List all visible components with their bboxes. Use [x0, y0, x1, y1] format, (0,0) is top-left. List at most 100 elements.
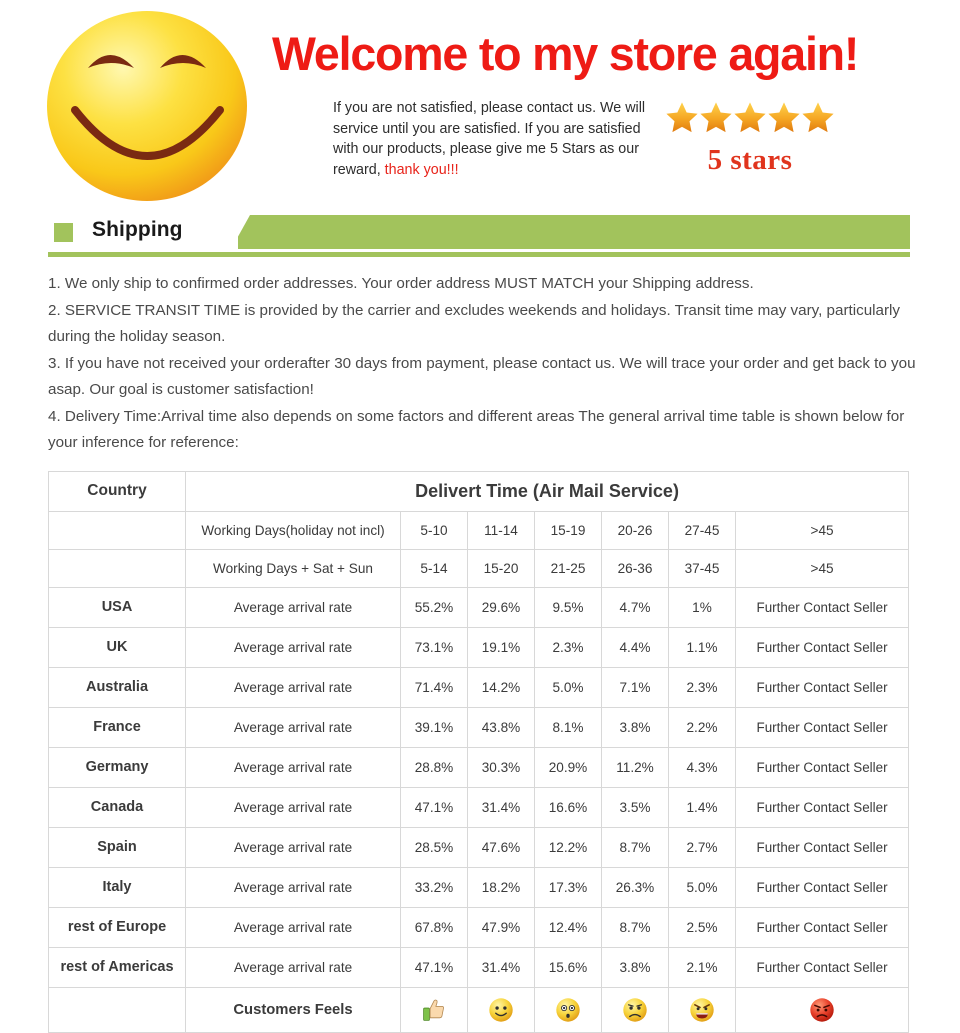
day-range-cell: 5-10 — [400, 510, 468, 550]
arrival-rate-cell: 17.3% — [534, 866, 602, 908]
smiling-face-icon — [489, 997, 513, 1022]
green-square-icon — [54, 223, 73, 242]
thank-you-text: thank you!!! — [384, 161, 459, 178]
star-icon — [768, 102, 800, 133]
country-name-cell: rest of Europe — [48, 906, 186, 948]
header-delivery-time: Delivert Time (Air Mail Service) — [184, 470, 910, 512]
arrival-rate-label: Average arrival rate — [185, 666, 401, 708]
contact-seller-cell: Further Contact Seller — [734, 906, 910, 948]
arrival-rate-cell: 1.4% — [668, 786, 736, 828]
arrival-rate-cell: 4.7% — [601, 586, 669, 628]
arrival-rate-cell: 31.4% — [467, 946, 535, 988]
empty-cell — [48, 548, 186, 588]
arrival-rate-cell: 33.2% — [400, 866, 468, 908]
arrival-rate-cell: 5.0% — [668, 866, 736, 908]
table-row: Canada Average arrival rate 47.1% 31.4% 16.6… — [48, 786, 910, 828]
working-days-label: Working Days(holiday not incl) — [185, 510, 401, 550]
star-rating: 5 stars — [655, 100, 845, 177]
contact-seller-cell: Further Contact Seller — [734, 586, 910, 628]
arrival-rate-cell: 1% — [668, 586, 736, 628]
green-underline — [48, 252, 910, 257]
arrival-rate-cell: 2.3% — [668, 666, 736, 708]
shipping-policy-list: 1. We only ship to confirmed order addre… — [48, 271, 928, 457]
table-row: France Average arrival rate 39.1% 43.8% 8.1%… — [48, 706, 910, 748]
country-name-cell: Spain — [48, 826, 186, 868]
feel-icon-cell — [734, 986, 910, 1033]
policy-item: 4. Delivery Time:Arrival time also depen… — [48, 407, 905, 452]
arrival-rate-cell: 2.3% — [534, 626, 602, 668]
empty-cell — [48, 986, 186, 1033]
arrival-rate-cell: 3.8% — [601, 706, 669, 748]
arrival-rate-cell: 71.4% — [400, 666, 468, 708]
arrival-rate-label: Average arrival rate — [185, 946, 401, 988]
day-range-cell: 15-20 — [467, 548, 535, 588]
arrival-rate-cell: 14.2% — [467, 666, 535, 708]
contact-seller-cell: Further Contact Seller — [734, 786, 910, 828]
day-range-cell: 15-19 — [534, 510, 602, 550]
surprised-face-icon — [556, 997, 580, 1022]
arrival-rate-cell: 47.6% — [467, 826, 535, 868]
feel-icon-cell — [467, 986, 535, 1033]
smiley-face-icon — [30, 6, 265, 206]
day-range-cell: 26-36 — [601, 548, 669, 588]
day-range-cell: 37-45 — [668, 548, 736, 588]
section-title: Shipping — [92, 218, 183, 241]
arrival-rate-cell: 67.8% — [400, 906, 468, 948]
store-banner: Welcome to my store again! If you are no… — [0, 0, 960, 215]
arrival-rate-cell: 2.7% — [668, 826, 736, 868]
arrival-rate-label: Average arrival rate — [185, 626, 401, 668]
table-row: rest of Americas Average arrival rate 47.1… — [48, 946, 910, 988]
arrival-rate-label: Average arrival rate — [185, 706, 401, 748]
table-header-row: Country Delivert Time (Air Mail Service) — [48, 470, 910, 512]
stars-row — [655, 100, 845, 136]
day-range-cell: 5-14 — [400, 548, 468, 588]
star-icon — [802, 102, 834, 133]
arrival-rate-cell: 2.1% — [668, 946, 736, 988]
arrival-rate-cell: 8.7% — [601, 906, 669, 948]
country-name-cell: UK — [48, 626, 186, 668]
day-range-cell: 21-25 — [534, 548, 602, 588]
table-row: rest of Europe Average arrival rate 67.8% 4… — [48, 906, 910, 948]
arrival-rate-cell: 28.5% — [400, 826, 468, 868]
arrival-rate-cell: 8.7% — [601, 826, 669, 868]
table-row: Working Days(holiday not incl) 5-10 11-14 1… — [48, 510, 910, 550]
arrival-rate-cell: 73.1% — [400, 626, 468, 668]
arrival-rate-label: Average arrival rate — [185, 786, 401, 828]
country-name-cell: France — [48, 706, 186, 748]
arrival-rate-cell: 4.3% — [668, 746, 736, 788]
delivery-time-table-wrap: Country Delivert Time (Air Mail Service) W… — [48, 470, 910, 1033]
arrival-rate-cell: 55.2% — [400, 586, 468, 628]
arrival-rate-cell: 3.5% — [601, 786, 669, 828]
policy-item: 3. If you have not received your orderaf… — [48, 354, 916, 399]
day-range-cell: 27-45 — [668, 510, 736, 550]
contact-seller-cell: Further Contact Seller — [734, 706, 910, 748]
table-row: Spain Average arrival rate 28.5% 47.6% 12.2%… — [48, 826, 910, 868]
blurb-line-1: If you are not satisfied, please contact… — [333, 100, 622, 116]
customers-feels-row: Customers Feels — [48, 986, 910, 1033]
working-days-label: Working Days + Sat + Sun — [185, 548, 401, 588]
country-name-cell: rest of Americas — [48, 946, 186, 988]
arrival-rate-cell: 39.1% — [400, 706, 468, 748]
contact-seller-cell: Further Contact Seller — [734, 826, 910, 868]
red-angry-face-icon — [810, 997, 834, 1022]
arrival-rate-cell: 43.8% — [467, 706, 535, 748]
contact-seller-cell: Further Contact Seller — [734, 866, 910, 908]
country-name-cell: Italy — [48, 866, 186, 908]
contact-seller-cell: Further Contact Seller — [734, 746, 910, 788]
star-icon — [734, 102, 766, 133]
arrival-rate-cell: 2.2% — [668, 706, 736, 748]
star-icon — [700, 102, 732, 133]
arrival-rate-cell: 47.9% — [467, 906, 535, 948]
satisfaction-blurb: If you are not satisfied, please contact… — [333, 98, 651, 180]
contact-seller-cell: Further Contact Seller — [734, 666, 910, 708]
arrival-rate-cell: 19.1% — [467, 626, 535, 668]
country-name-cell: Germany — [48, 746, 186, 788]
contact-seller-cell: Further Contact Seller — [734, 946, 910, 988]
arrival-rate-cell: 30.3% — [467, 746, 535, 788]
arrival-rate-cell: 31.4% — [467, 786, 535, 828]
arrival-rate-cell: 1.1% — [668, 626, 736, 668]
arrival-rate-cell: 4.4% — [601, 626, 669, 668]
policy-item: 2. SERVICE TRANSIT TIME is provided by t… — [48, 301, 900, 346]
feel-icon-cell — [601, 986, 669, 1033]
feel-icon-cell — [534, 986, 602, 1033]
